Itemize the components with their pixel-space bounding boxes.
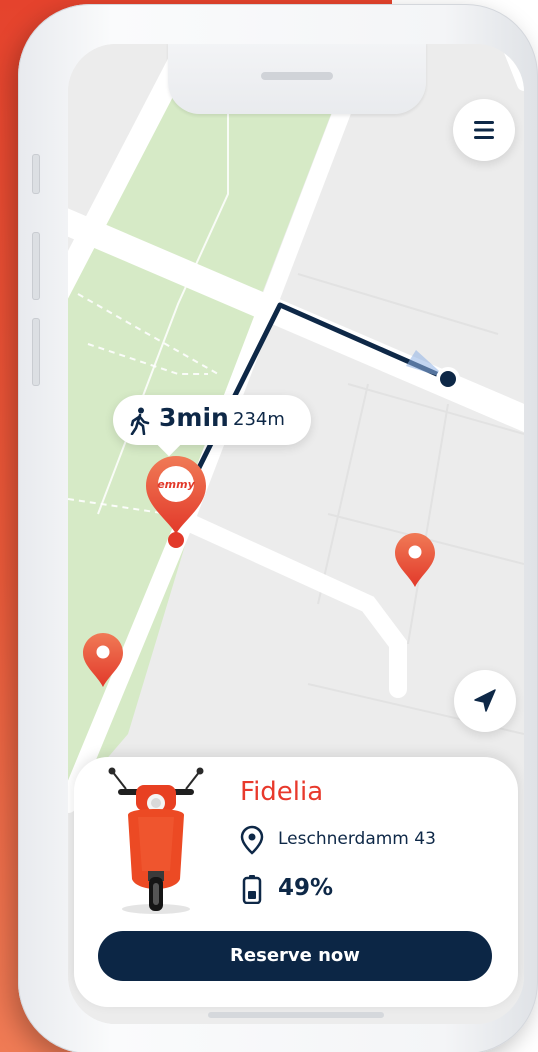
menu-button[interactable] [453, 99, 515, 161]
scooter-pin[interactable] [82, 632, 124, 688]
navigation-arrow-icon [474, 689, 496, 712]
locate-me-button[interactable] [454, 670, 516, 732]
location-pin-icon [240, 825, 264, 855]
walking-distance: 234m [233, 409, 285, 430]
phone-screen: 3min 234m emmy Fidelia Leschnerdamm 43 4… [68, 44, 524, 1024]
phone-speaker [261, 72, 333, 80]
hamburger-menu-icon [474, 121, 494, 139]
phone-frame: 3min 234m emmy Fidelia Leschnerdamm 43 4… [18, 4, 538, 1052]
stage: 3min 234m emmy Fidelia Leschnerdamm 43 4… [0, 0, 538, 1052]
battery-level: 49% [278, 875, 334, 901]
emmy-logo-label: emmy [157, 478, 195, 491]
phone-volume-down-button [32, 318, 40, 386]
walking-person-icon [130, 407, 150, 435]
scooter-image [108, 767, 204, 914]
home-indicator [208, 1012, 384, 1018]
walking-time-bubble: 3min 234m [113, 395, 311, 445]
user-location-dot [440, 371, 456, 387]
selected-scooter-pin[interactable]: emmy [144, 454, 208, 554]
scooter-pin[interactable] [394, 532, 436, 588]
reserve-now-button[interactable]: Reserve now [98, 931, 492, 981]
scooter-name: Fidelia [240, 777, 324, 807]
walking-time: 3min [159, 403, 229, 432]
battery-icon [242, 875, 262, 904]
scooter-details-card: Fidelia Leschnerdamm 43 49% Reserve now [74, 757, 518, 1007]
phone-silent-switch [32, 154, 40, 194]
phone-volume-up-button [32, 232, 40, 300]
scooter-address: Leschnerdamm 43 [278, 829, 436, 849]
phone-notch [168, 44, 426, 114]
